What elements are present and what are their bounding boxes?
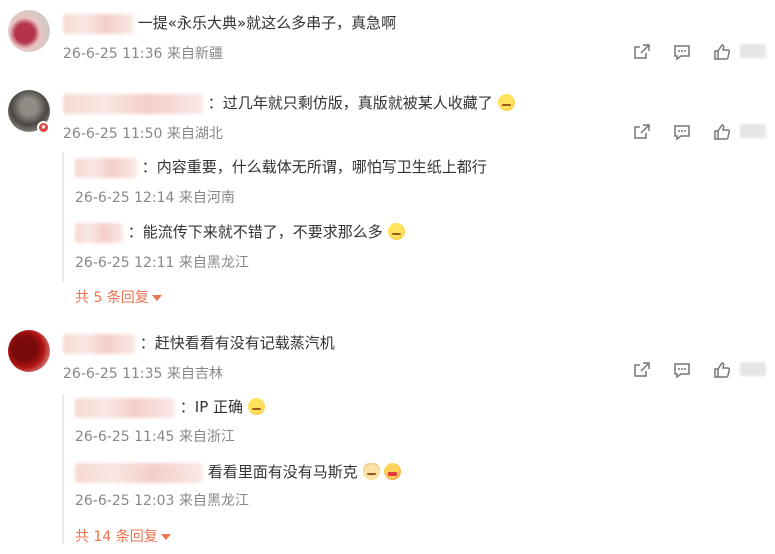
emoji-icon <box>362 463 380 480</box>
comment-icon[interactable] <box>672 360 692 380</box>
chevron-down-icon <box>151 295 162 301</box>
like-count-blurred <box>740 362 766 376</box>
thumbs-up-icon[interactable] <box>712 42 732 62</box>
reply-line: ：内容重要，什么载体无所谓，哪怕写卫生纸上都行 <box>75 156 487 178</box>
comment-item: 一提«永乐大典»就这么多串子，真急啊 26-6-25 11:36 来自新疆 <box>0 0 775 80</box>
reply-text: ：IP 正确 <box>179 398 244 416</box>
reply-text: 看看里面有没有马斯克 <box>207 463 358 481</box>
reply-meta: 26-6-25 12:03 来自黑龙江 <box>75 493 249 509</box>
thumbs-up-icon[interactable] <box>712 360 732 380</box>
comment-icon[interactable] <box>672 122 692 142</box>
avatar[interactable] <box>8 330 50 372</box>
more-replies-label: 共 5 条回复 <box>75 290 149 306</box>
username-blurred[interactable] <box>75 157 137 178</box>
username-blurred[interactable] <box>75 222 123 243</box>
more-replies-label: 共 14 条回复 <box>75 529 158 545</box>
more-replies-link[interactable]: 共 14 条回复 <box>75 526 171 546</box>
share-icon[interactable] <box>632 42 652 62</box>
reply-line: 看看里面有没有马斯克 <box>75 461 402 483</box>
comment-icon[interactable] <box>672 42 692 62</box>
comment-item: ：赶快看看有没有记载蒸汽机 26-6-25 11:35 来自吉林 ：IP 正确 … <box>0 320 775 554</box>
share-icon[interactable] <box>632 122 652 142</box>
more-replies-link[interactable]: 共 5 条回复 <box>75 287 162 307</box>
comment-line: ：赶快看看有没有记载蒸汽机 <box>63 332 335 354</box>
emoji-icon <box>247 398 265 415</box>
comment-text: ：赶快看看有没有记载蒸汽机 <box>139 334 335 352</box>
comment-text: 一提«永乐大典»就这么多串子，真急啊 <box>137 14 397 32</box>
comment-text: ：过几年就只剩仿版，真版就被某人收藏了 <box>207 94 493 112</box>
thumbs-up-icon[interactable] <box>712 122 732 142</box>
comment-meta: 26-6-25 11:35 来自吉林 <box>63 366 223 382</box>
reply-meta: 26-6-25 12:11 来自黑龙江 <box>75 255 249 271</box>
reply-meta: 26-6-25 11:45 来自浙江 <box>75 429 235 445</box>
chevron-down-icon <box>160 534 171 540</box>
username-blurred[interactable] <box>63 333 135 354</box>
reply-divider <box>62 394 64 544</box>
verified-badge-icon: ★ <box>37 121 50 134</box>
emoji-icon <box>497 94 515 111</box>
comment-item: ★ ：过几年就只剩仿版，真版就被某人收藏了 26-6-25 11:50 来自湖北… <box>0 80 775 310</box>
username-blurred[interactable] <box>63 93 203 114</box>
reply-text: ：能流传下来就不错了，不要求那么多 <box>127 223 383 241</box>
username-blurred[interactable] <box>75 397 175 418</box>
reply-line: ：IP 正确 <box>75 396 265 418</box>
like-count-blurred <box>740 44 766 58</box>
share-icon[interactable] <box>632 360 652 380</box>
comment-meta: 26-6-25 11:36 来自新疆 <box>63 46 223 62</box>
reply-text: ：内容重要，什么载体无所谓，哪怕写卫生纸上都行 <box>141 158 487 176</box>
reply-line: ：能流传下来就不错了，不要求那么多 <box>75 221 405 243</box>
comment-meta: 26-6-25 11:50 来自湖北 <box>63 126 223 142</box>
comment-line: ：过几年就只剩仿版，真版就被某人收藏了 <box>63 92 515 114</box>
emoji-icon <box>384 463 402 480</box>
reply-meta: 26-6-25 12:14 来自河南 <box>75 190 235 206</box>
username-blurred[interactable] <box>75 462 203 483</box>
like-count-blurred <box>740 124 766 138</box>
comment-line: 一提«永乐大典»就这么多串子，真急啊 <box>63 12 396 34</box>
emoji-icon <box>387 223 405 240</box>
username-blurred[interactable] <box>63 13 133 34</box>
reply-divider <box>62 152 64 282</box>
avatar[interactable] <box>8 10 50 52</box>
